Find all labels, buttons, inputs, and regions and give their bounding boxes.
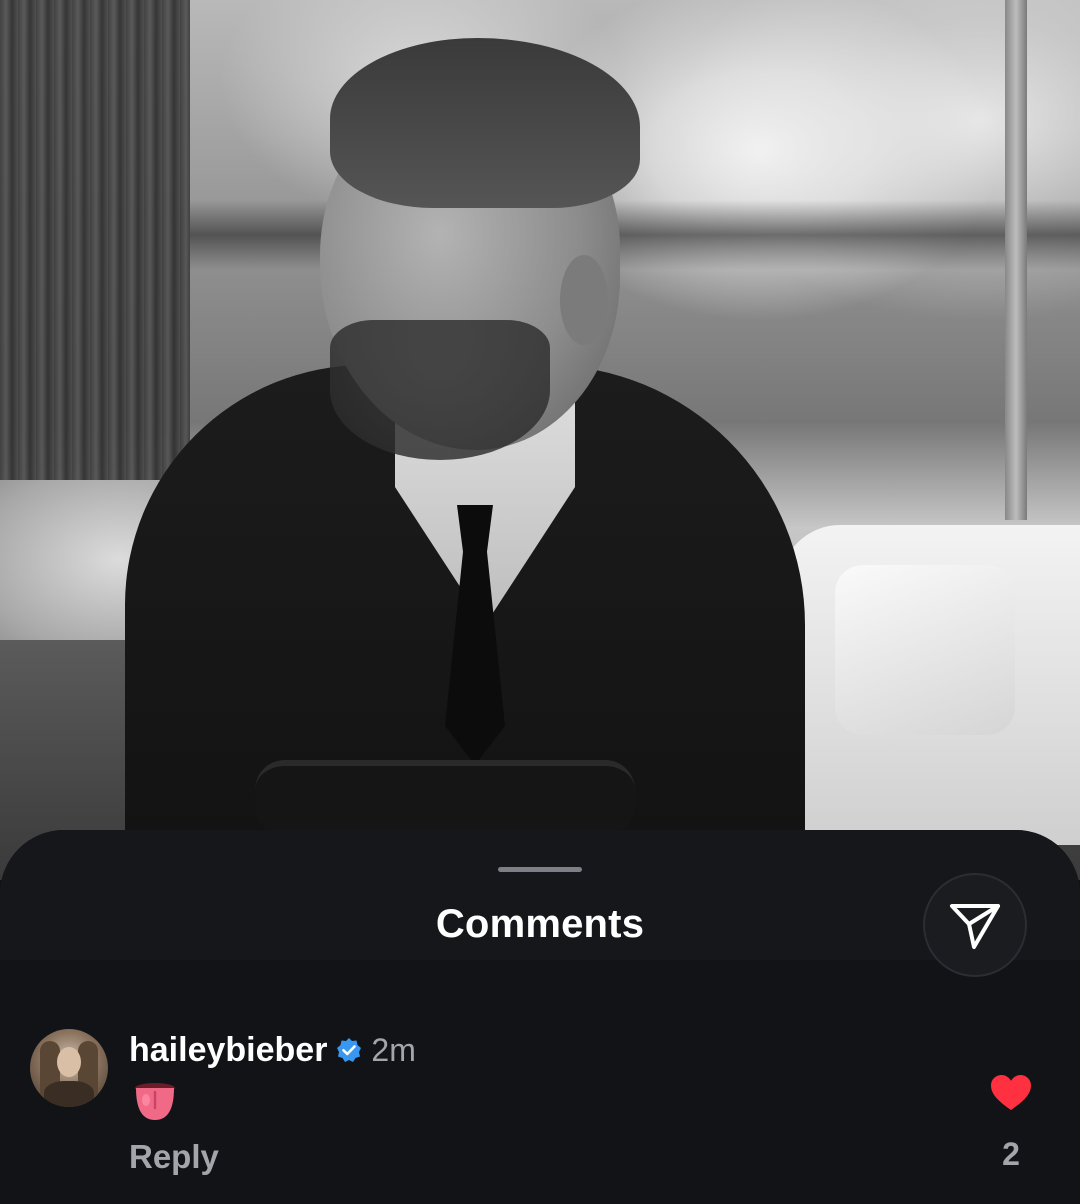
comment-item: haileybieber 2m Reply 2 bbox=[0, 1026, 1080, 1186]
comment-header: haileybieber 2m bbox=[129, 1028, 416, 1072]
reply-button[interactable]: Reply bbox=[129, 1138, 219, 1176]
heart-icon[interactable] bbox=[990, 1074, 1032, 1112]
comment-text bbox=[132, 1082, 178, 1122]
avatar[interactable] bbox=[30, 1029, 108, 1107]
verified-badge-icon bbox=[337, 1038, 362, 1062]
comments-title: Comments bbox=[435, 902, 645, 946]
post-photo-background bbox=[0, 0, 1080, 880]
comment-username[interactable]: haileybieber bbox=[129, 1031, 327, 1070]
comments-sheet: Comments haileybieber 2m Reply 2 bbox=[0, 830, 1080, 1204]
comments-screen: Comments haileybieber 2m Reply 2 bbox=[0, 0, 1080, 1204]
paper-plane-icon bbox=[950, 904, 1000, 949]
comments-sheet-header: Comments bbox=[0, 830, 1080, 977]
tongue-emoji bbox=[135, 1083, 175, 1120]
like-count: 2 bbox=[1002, 1136, 1020, 1172]
comment-timestamp: 2m bbox=[371, 1031, 416, 1068]
share-button[interactable] bbox=[923, 873, 1027, 977]
sheet-drag-handle[interactable] bbox=[498, 867, 582, 872]
